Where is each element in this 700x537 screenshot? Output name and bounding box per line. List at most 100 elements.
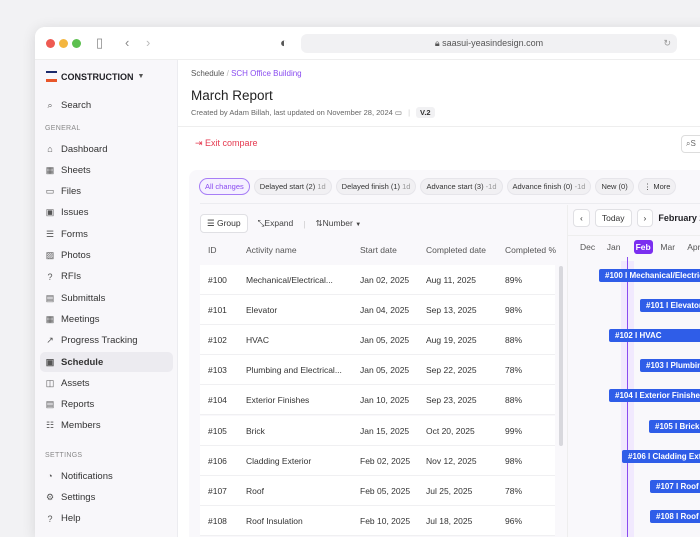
sidebar-item-help[interactable]: ?Help xyxy=(40,509,173,529)
gantt-bar[interactable]: #108 I Roof Insulation xyxy=(650,510,700,523)
sidebar-item-assets[interactable]: ◫Assets xyxy=(40,373,173,393)
cell-pct: 78% xyxy=(505,365,522,375)
table-row[interactable]: #104Exterior FinishesJan 10, 2025Sep 23,… xyxy=(200,385,555,415)
sort-dropdown[interactable]: ⇅Number ▼ xyxy=(315,218,361,229)
gantt-bar[interactable]: #105 I Brick xyxy=(649,420,700,433)
filter-chip[interactable]: Delayed finish (1) 1d xyxy=(336,178,417,195)
sidebar-item-settings[interactable]: ⚙Settings xyxy=(40,487,173,507)
column-header-id[interactable]: ID xyxy=(208,245,217,255)
table-row[interactable]: #107RoofFeb 05, 2025Jul 25, 202578% xyxy=(200,476,555,506)
month-jan[interactable]: Jan xyxy=(607,242,621,252)
maximize-window-button[interactable] xyxy=(72,39,81,48)
table-row[interactable]: #108Roof InsulationFeb 10, 2025Jul 18, 2… xyxy=(200,506,555,536)
divider xyxy=(178,126,700,127)
table-scrollbar[interactable] xyxy=(559,266,563,446)
sidebar-item-notifications[interactable]: ◔Notifications xyxy=(40,466,173,486)
close-window-button[interactable] xyxy=(46,39,55,48)
column-header-name[interactable]: Activity name xyxy=(246,245,297,255)
meetings-icon: ▦ xyxy=(45,314,55,325)
gantt-bar[interactable]: #102 I HVAC xyxy=(609,329,700,342)
sidebar-item-rfis[interactable]: ?RFIs xyxy=(40,267,173,287)
exit-icon: ⇥ xyxy=(195,138,205,148)
submittals-icon: ▤ xyxy=(45,293,55,304)
sidebar-item-sheets[interactable]: ▦Sheets xyxy=(40,160,173,180)
sidebar-item-dashboard[interactable]: ⌂Dashboard xyxy=(40,139,173,159)
cell-completed: Jul 25, 2025 xyxy=(426,486,472,496)
sidebar-item-progress-tracking[interactable]: ↗Progress Tracking xyxy=(40,331,173,351)
table-row[interactable]: #105BrickJan 15, 2025Oct 20, 202599% xyxy=(200,416,555,446)
cell-name: Roof xyxy=(246,486,264,496)
cell-start: Jan 10, 2025 xyxy=(360,395,409,405)
filter-chip[interactable]: Delayed start (2) 1d xyxy=(254,178,332,195)
filter-chip-delta: 1d xyxy=(402,182,410,191)
cell-pct: 99% xyxy=(505,426,522,436)
table-row[interactable]: #100Mechanical/Electrical...Jan 02, 2025… xyxy=(200,265,555,295)
table-row[interactable]: #103Plumbing and Electrical...Jan 05, 20… xyxy=(200,355,555,385)
list-icon: ☰ xyxy=(207,218,217,228)
sidebar-item-issues[interactable]: ▣Issues xyxy=(40,203,173,223)
column-header-completed[interactable]: Completed date xyxy=(426,245,486,255)
table-row[interactable]: #106Cladding ExteriorFeb 02, 2025Nov 12,… xyxy=(200,446,555,476)
gantt-bar[interactable]: #100 I Mechanical/Electrical xyxy=(599,269,700,282)
forward-icon[interactable]: › xyxy=(146,35,150,50)
sidebar-item-forms[interactable]: ☰Forms xyxy=(40,224,173,244)
gantt-bar[interactable]: #101 I Elevator xyxy=(640,299,700,312)
sidebar-item-label: Sheets xyxy=(61,165,91,176)
table-row[interactable]: #102HVACJan 05, 2025Aug 19, 202588% xyxy=(200,325,555,355)
filter-chip[interactable]: ⋮ More xyxy=(638,178,677,195)
sidebar-item-photos[interactable]: ▨Photos xyxy=(40,246,173,266)
gantt-bar[interactable]: #106 I Cladding Exterior xyxy=(622,450,700,463)
filter-chip[interactable]: Advance start (3) -1d xyxy=(420,178,502,195)
gantt-bar[interactable]: #107 I Roof xyxy=(650,480,700,493)
sidebar-item-label: Submittals xyxy=(61,293,105,304)
sidebar-search[interactable]: ⌕Search xyxy=(40,95,173,115)
sidebar-item-label: Schedule xyxy=(61,357,103,368)
privacy-shield-icon[interactable]: ◐ xyxy=(280,35,288,50)
minimize-window-button[interactable] xyxy=(59,39,68,48)
reload-icon[interactable]: ↻ xyxy=(663,34,671,53)
expand-button[interactable]: ⤡Expand xyxy=(258,218,294,229)
column-header-start[interactable]: Start date xyxy=(360,245,397,255)
filter-chip[interactable]: All changes xyxy=(199,178,250,195)
table-row[interactable]: #101ElevatorJan 04, 2025Sep 13, 202598% xyxy=(200,295,555,325)
group-button[interactable]: ☰ Group xyxy=(200,214,248,233)
sidebar-item-submittals[interactable]: ▤ Submittals xyxy=(40,288,173,308)
exit-compare-button[interactable]: ⇥ Exit compare xyxy=(195,138,258,149)
search-input[interactable]: ⌕S xyxy=(681,135,700,153)
month-dec[interactable]: Dec xyxy=(580,242,595,252)
cell-start: Jan 04, 2025 xyxy=(360,305,409,315)
progress-tracking-icon: ↗ xyxy=(45,335,55,346)
month-apr[interactable]: Apr xyxy=(687,242,700,252)
sidebar-item-meetings[interactable]: ▦Meetings xyxy=(40,309,173,329)
cell-id: #104 xyxy=(208,395,227,405)
next-period-button[interactable]: › xyxy=(637,209,654,227)
browser-window: ▯ ‹ › ◐ 🔒︎ saasui-yeasindesign.com↻ CONS… xyxy=(35,27,700,537)
sidebar-item-files[interactable]: ▭Files xyxy=(40,182,173,202)
filter-chip[interactable]: New (0) xyxy=(595,178,633,195)
filter-chip[interactable]: Advance finish (0) -1d xyxy=(507,178,592,195)
column-header-pct[interactable]: Completed % xyxy=(505,245,556,255)
filter-chip-delta: 1d xyxy=(317,182,325,191)
cell-id: #107 xyxy=(208,486,227,496)
calendar-icon[interactable]: ▭ xyxy=(395,108,402,117)
sidebar-item-reports[interactable]: ▤Reports xyxy=(40,395,173,415)
back-icon[interactable]: ‹ xyxy=(125,35,129,50)
month-feb[interactable]: Feb xyxy=(634,240,653,254)
version-badge[interactable]: V.2 xyxy=(416,107,435,118)
gantt-bar[interactable]: #103 I Plumbing xyxy=(640,359,700,372)
sidebar-item-schedule[interactable]: ▣Schedule xyxy=(40,352,173,372)
workspace-switcher[interactable]: CONSTRUCTION▼ xyxy=(46,71,144,82)
today-button[interactable]: Today xyxy=(595,209,632,227)
cell-pct: 88% xyxy=(505,395,522,405)
cell-pct: 78% xyxy=(505,486,522,496)
gantt-bar[interactable]: #104 I Exterior Finishes xyxy=(609,389,700,402)
sidebar-toggle-icon[interactable]: ▯ xyxy=(96,35,103,51)
sort-label: Number xyxy=(323,218,353,228)
breadcrumb-schedule[interactable]: Schedule xyxy=(191,69,224,78)
cell-pct: 89% xyxy=(505,275,522,285)
month-mar[interactable]: Mar xyxy=(660,242,675,252)
breadcrumb-current[interactable]: SCH Office Building xyxy=(231,69,302,78)
sidebar-item-members[interactable]: ☷Members xyxy=(40,416,173,436)
prev-period-button[interactable]: ‹ xyxy=(573,209,590,227)
address-bar[interactable]: 🔒︎ saasui-yeasindesign.com↻ xyxy=(301,34,677,53)
